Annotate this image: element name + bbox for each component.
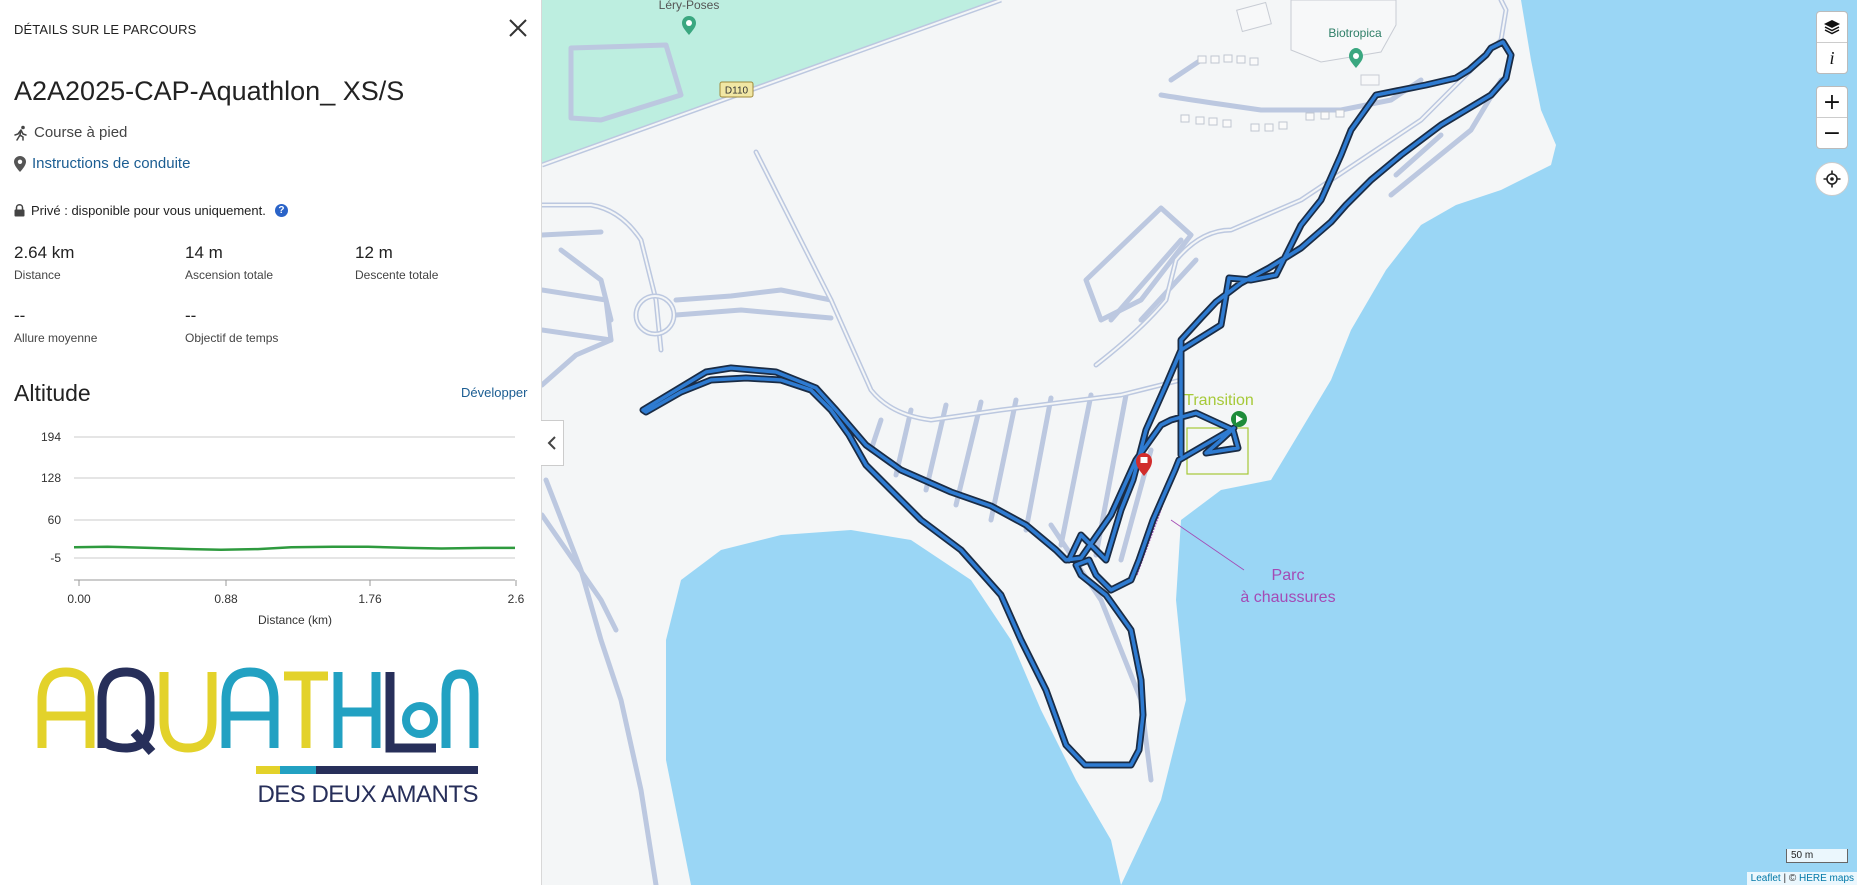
y-tick-label: -5	[50, 551, 61, 565]
stat-distance: 2.64 km Distance	[14, 243, 74, 282]
route-title: A2A2025-CAP-Aquathlon_ XS/S	[14, 76, 405, 106]
route-details-panel: DÉTAILS SUR LE PARCOURS A2A2025-CAP-Aqua…	[0, 0, 541, 885]
locate-button[interactable]	[1815, 162, 1849, 196]
stat-value: --	[185, 306, 197, 325]
stat-value: --	[14, 306, 26, 325]
label-chaussures: à chaussures	[1240, 589, 1335, 606]
help-icon[interactable]: ?	[274, 204, 288, 217]
privacy-text: Privé : disponible pour vous uniquement.	[31, 203, 266, 218]
stat-pace: -- Allure moyenne	[14, 306, 97, 345]
stat-value: 2.64 km	[14, 243, 75, 262]
stat-label: Ascension totale	[185, 268, 274, 282]
stat-descent: 12 m Descente totale	[355, 243, 438, 282]
stat-value: 14 m	[185, 243, 223, 262]
map-pin-icon	[14, 155, 26, 172]
aquathlon-logo: DES DEUX AMANTS	[37, 667, 479, 808]
lake-east	[1121, 0, 1857, 885]
x-tick-label: 1.76	[358, 592, 382, 606]
y-tick-label: 60	[48, 513, 62, 527]
info-button[interactable]: i	[1817, 43, 1847, 73]
privacy-row: Privé : disponible pour vous uniquement.…	[14, 203, 288, 218]
lock-icon	[14, 204, 25, 217]
runner-icon	[14, 125, 27, 141]
map-view[interactable]: D110 Léry-Poses Biotropica Transition Pa…	[541, 0, 1857, 885]
stat-value: 12 m	[355, 243, 393, 262]
directions-row[interactable]: Instructions de conduite	[14, 155, 190, 172]
map-layer-controls: i	[1816, 11, 1848, 74]
panel-header: DÉTAILS SUR LE PARCOURS	[14, 22, 197, 37]
map-canvas[interactable]: D110 Léry-Poses Biotropica Transition Pa…	[542, 0, 1857, 885]
zoo-poi-icon	[1349, 48, 1363, 68]
close-icon[interactable]	[505, 15, 531, 41]
map-scale: 50 m	[1786, 849, 1848, 863]
stat-time-goal: -- Objectif de temps	[185, 306, 278, 345]
activity-type: Course à pied	[34, 124, 128, 141]
label-biotropica: Biotropica	[1328, 26, 1382, 40]
collapse-panel-button[interactable]	[541, 420, 564, 466]
x-tick-label: 2.6	[508, 592, 525, 606]
here-maps-link[interactable]: HERE maps	[1799, 873, 1854, 884]
x-tick-label: 0.88	[214, 592, 238, 606]
stat-label: Allure moyenne	[14, 331, 98, 345]
altitude-title: Altitude	[14, 380, 91, 406]
stat-label: Objectif de temps	[185, 331, 279, 345]
elevation-chart: 194 128 60 -5 0.00 0.88 1.76 2.6 Distance (km)	[41, 430, 525, 627]
stat-label: Distance	[14, 268, 61, 282]
layers-button[interactable]	[1817, 12, 1847, 43]
y-tick-label: 194	[41, 430, 61, 444]
x-axis-label: Distance (km)	[258, 613, 332, 627]
road-shield-label: D110	[725, 86, 749, 97]
expand-link[interactable]: Développer	[461, 385, 528, 400]
zoom-in-button[interactable]: +	[1817, 87, 1847, 118]
x-tick-label: 0.00	[67, 592, 91, 606]
locate-icon	[1823, 170, 1841, 188]
stat-ascent: 14 m Ascension totale	[185, 243, 273, 282]
directions-link[interactable]: Instructions de conduite	[32, 155, 190, 172]
chevron-left-icon	[547, 436, 556, 450]
elevation-line	[73, 545, 515, 551]
label-parc: Parc	[1272, 567, 1305, 584]
attribution-separator: | ©	[1780, 873, 1799, 884]
logo-subtitle: DES DEUX AMANTS	[257, 781, 478, 808]
label-transition: Transition	[1184, 392, 1254, 409]
zoom-controls: + −	[1816, 86, 1848, 149]
start-marker[interactable]	[1231, 411, 1247, 427]
stat-label: Descente totale	[355, 268, 439, 282]
map-attribution: Leaflet | © HERE maps	[1746, 872, 1857, 885]
leaflet-link[interactable]: Leaflet	[1751, 873, 1781, 884]
layers-icon	[1824, 20, 1840, 35]
activity-row: Course à pied	[14, 124, 127, 141]
zoom-out-button[interactable]: −	[1817, 118, 1847, 148]
label-lery-poses: Léry-Poses	[659, 0, 720, 12]
y-tick-label: 128	[41, 471, 61, 485]
